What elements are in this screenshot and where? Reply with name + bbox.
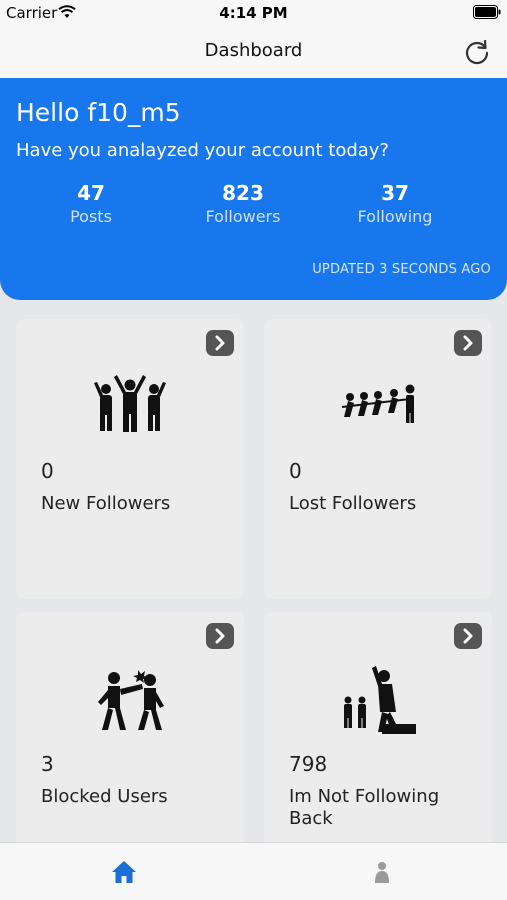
refresh-icon[interactable] <box>463 38 491 66</box>
punch-fight-icon <box>98 670 164 730</box>
stat-posts-value: 47 <box>77 181 105 205</box>
not-following-back-label: Im Not Following Back <box>289 786 440 829</box>
greeting-subtitle: Have you analayzed your account today? <box>16 140 389 161</box>
tab-bar <box>0 842 507 900</box>
chevron-right-icon <box>463 335 473 351</box>
cheering-group-icon <box>94 375 166 432</box>
blocked-users-count: 3 <box>41 752 54 776</box>
dashboard-screen: Carrier 4:14 PM Dashboard Hello f10_m5 H… <box>0 0 507 900</box>
chevron-right-icon <box>463 628 473 644</box>
stat-posts-label: Posts <box>70 207 112 226</box>
new-followers-count: 0 <box>41 459 54 483</box>
card-arrow-button[interactable] <box>206 623 234 649</box>
greeting: Hello f10_m5 <box>16 98 181 127</box>
card-lost-followers[interactable]: 0 Lost Followers <box>264 319 492 599</box>
stat-following: 37 Following <box>320 181 470 226</box>
stat-followers-label: Followers <box>205 207 281 226</box>
card-arrow-button[interactable] <box>454 623 482 649</box>
person-icon[interactable] <box>370 859 394 885</box>
battery-icon <box>473 5 501 19</box>
card-new-followers[interactable]: 0 New Followers <box>16 319 244 599</box>
status-time: 4:14 PM <box>219 4 288 22</box>
chevron-right-icon <box>215 335 225 351</box>
last-updated-label: UPDATED 3 SECONDS AGO <box>312 262 491 277</box>
stat-following-label: Following <box>357 207 433 226</box>
lost-followers-label: Lost Followers <box>289 493 417 514</box>
status-bar: Carrier 4:14 PM <box>0 0 507 26</box>
podium-winner-icon <box>344 666 416 734</box>
page-title: Dashboard <box>204 40 303 61</box>
stat-posts: 47 Posts <box>16 181 166 226</box>
new-followers-label: New Followers <box>41 493 171 514</box>
navigation-bar: Dashboard <box>0 26 507 78</box>
stat-following-value: 37 <box>381 181 409 205</box>
home-icon[interactable] <box>110 859 138 885</box>
chevron-right-icon <box>215 628 225 644</box>
account-summary-banner: Hello f10_m5 Have you analayzed your acc… <box>0 78 507 300</box>
stat-followers: 823 Followers <box>168 181 318 226</box>
tug-of-war-icon <box>341 384 415 423</box>
card-arrow-button[interactable] <box>454 330 482 356</box>
blocked-users-label: Blocked Users <box>41 786 168 807</box>
card-arrow-button[interactable] <box>206 330 234 356</box>
not-following-back-count: 798 <box>289 752 328 776</box>
stat-followers-value: 823 <box>222 181 264 205</box>
lost-followers-count: 0 <box>289 459 302 483</box>
